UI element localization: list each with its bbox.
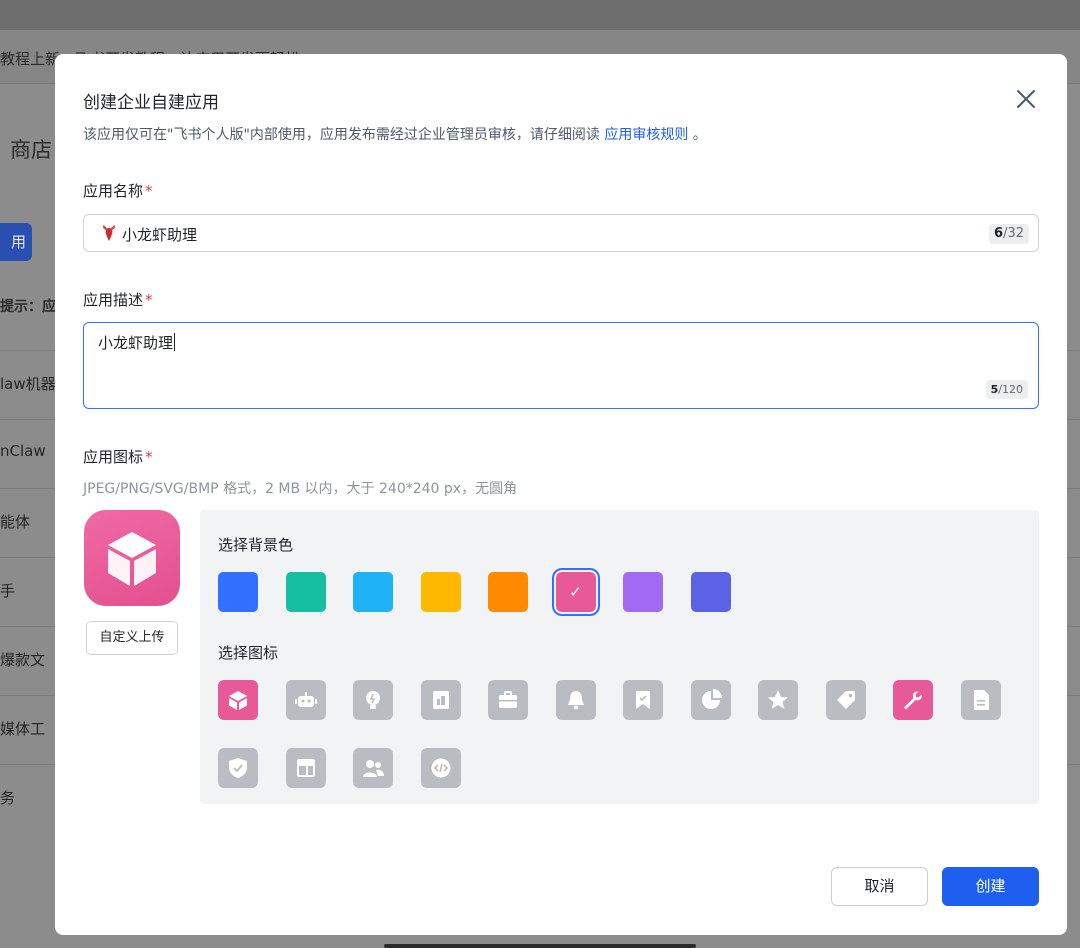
- background-button: 用: [0, 223, 32, 261]
- app-icon-label: 应用图标 *: [83, 448, 153, 466]
- icon-option[interactable]: [353, 680, 393, 720]
- subtitle-text: 该应用仅可在"飞书个人版"内部使用，应用发布需经过企业管理员审核，请仔细阅读: [83, 127, 600, 143]
- book-icon: [432, 691, 449, 709]
- background-tip: 提示：应: [0, 299, 56, 315]
- bottom-scrollbar: [384, 944, 696, 948]
- tag-icon: [836, 691, 855, 709]
- users-icon: [363, 760, 384, 777]
- app-desc-value: 小龙虾助理: [98, 333, 176, 352]
- document-icon: [973, 690, 989, 710]
- cancel-button[interactable]: 取消: [831, 867, 928, 906]
- required-mark: *: [145, 448, 153, 466]
- app-name-input[interactable]: 小龙虾助理 6/32: [83, 214, 1039, 252]
- background-store-title: 商店: [10, 138, 52, 162]
- icon-option[interactable]: [218, 748, 258, 788]
- app-icon-preview: [84, 510, 180, 606]
- icon-option[interactable]: [488, 680, 528, 720]
- bookmark-icon: [636, 691, 650, 709]
- icon-select-title: 选择图标: [218, 644, 279, 662]
- lobster-emoji-icon: [102, 225, 116, 241]
- color-swatch[interactable]: [353, 572, 393, 612]
- icon-option[interactable]: [825, 680, 866, 720]
- background-topbar: [0, 0, 1080, 30]
- icon-option[interactable]: [690, 680, 731, 720]
- app-desc-textarea[interactable]: 小龙虾助理 5/120: [83, 322, 1039, 409]
- icon-option[interactable]: [353, 748, 393, 788]
- color-swatch[interactable]: [420, 572, 461, 612]
- required-mark: *: [145, 291, 153, 309]
- cube-icon: [229, 691, 247, 710]
- custom-upload-button[interactable]: 自定义上传: [86, 621, 178, 655]
- close-icon: [1017, 90, 1035, 108]
- dialog-title: 创建企业自建应用: [83, 93, 219, 113]
- icon-option[interactable]: [960, 680, 1001, 720]
- bulb-icon: [366, 691, 380, 709]
- color-swatch[interactable]: [551, 568, 600, 616]
- close-button[interactable]: [1013, 86, 1039, 112]
- icon-option[interactable]: [623, 680, 663, 720]
- icon-picker-panel: 选择背景色 选择图标: [200, 510, 1039, 804]
- icon-option[interactable]: [420, 680, 461, 720]
- layout-icon: [296, 759, 315, 777]
- required-mark: *: [145, 182, 153, 200]
- icon-option[interactable]: [893, 680, 933, 720]
- review-rules-link[interactable]: 应用审核规则: [604, 127, 688, 143]
- bell-icon: [567, 691, 584, 710]
- name-char-counter: 6/32: [989, 224, 1029, 244]
- cube-icon: [108, 532, 156, 586]
- icon-option[interactable]: [285, 680, 326, 720]
- create-app-dialog: 创建企业自建应用 该应用仅可在"飞书个人版"内部使用，应用发布需经过企业管理员审…: [55, 54, 1067, 935]
- robot-icon: [294, 692, 317, 707]
- bg-color-title: 选择背景色: [218, 536, 294, 554]
- subtitle-suffix: 。: [692, 127, 707, 143]
- app-name-value: 小龙虾助理: [122, 226, 198, 244]
- code-icon: [431, 758, 450, 778]
- text-caret: [174, 333, 176, 351]
- pie-chart-icon: [701, 689, 722, 709]
- wrench-icon: [904, 691, 922, 710]
- color-swatch[interactable]: [285, 572, 326, 612]
- icon-option[interactable]: [420, 748, 461, 788]
- color-swatch[interactable]: [488, 572, 528, 612]
- icon-option[interactable]: [758, 680, 798, 720]
- app-name-label: 应用名称 *: [83, 182, 153, 200]
- briefcase-icon: [499, 691, 517, 708]
- dialog-subtitle: 该应用仅可在"飞书个人版"内部使用，应用发布需经过企业管理员审核，请仔细阅读 应…: [83, 124, 707, 144]
- icon-format-hint: JPEG/PNG/SVG/BMP 格式，2 MB 以内，大于 240*240 p…: [83, 481, 518, 497]
- star-icon: [768, 690, 788, 709]
- color-swatch[interactable]: [623, 572, 663, 612]
- shield-icon: [229, 758, 247, 778]
- app-desc-label: 应用描述 *: [83, 291, 153, 309]
- desc-char-counter: 5/120: [985, 380, 1028, 399]
- icon-option[interactable]: [555, 680, 596, 720]
- icon-option[interactable]: [218, 680, 258, 720]
- create-button[interactable]: 创建: [942, 867, 1039, 906]
- icon-option[interactable]: [285, 748, 326, 788]
- color-swatch[interactable]: [690, 572, 731, 612]
- color-swatch[interactable]: [218, 572, 258, 612]
